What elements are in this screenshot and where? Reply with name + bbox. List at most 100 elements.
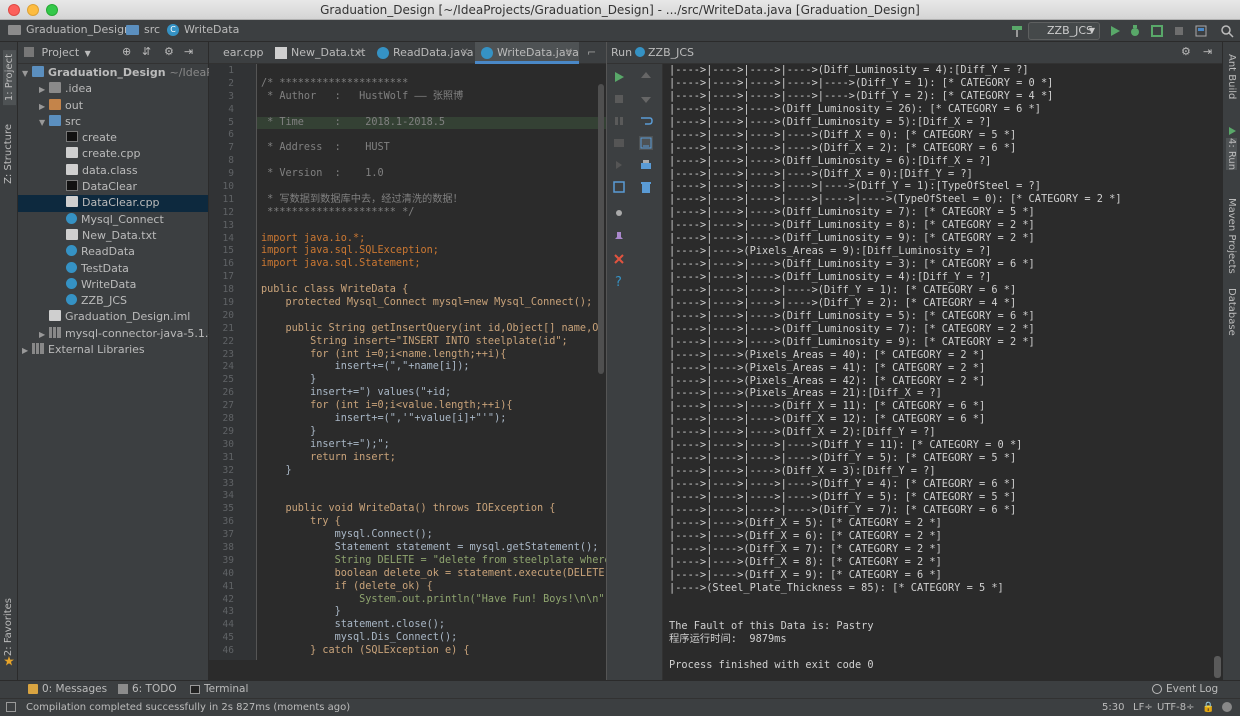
tree-item[interactable]: ▶ .idea [18, 81, 208, 97]
exit-icon[interactable] [612, 158, 626, 172]
tab-new-data-txt[interactable]: New_Data.txt ✕ [269, 42, 371, 64]
structure-tool-button[interactable]: Z: Structure [3, 124, 14, 184]
close-window-button[interactable] [8, 4, 20, 16]
tree-item[interactable]: DataClear.cpp [18, 195, 208, 212]
code-line: import java.sql.SQLException; [261, 245, 439, 257]
hide-icon[interactable]: ⇥ [1203, 45, 1212, 58]
expand-arrow-icon[interactable]: ▼ [39, 115, 49, 131]
scroll-down-icon[interactable] [639, 92, 653, 106]
maven-tool-button[interactable]: Maven Projects [1226, 198, 1237, 274]
gear-icon[interactable]: ⚙ [164, 45, 174, 58]
debug-icon[interactable] [1128, 24, 1142, 38]
breadcrumb-project[interactable]: Graduation_Design [8, 23, 131, 36]
file-encoding[interactable]: UTF-8÷ [1157, 702, 1195, 713]
messages-tool-button[interactable]: 0: Messages [28, 683, 107, 695]
tree-item[interactable]: DataClear [18, 179, 208, 195]
stop-icon[interactable] [612, 92, 626, 106]
favorites-tool-button[interactable]: 2: Favorites [3, 598, 14, 656]
tree-item[interactable]: ReadData [18, 244, 208, 260]
code-line: } [261, 464, 292, 476]
close-icon[interactable] [612, 252, 626, 266]
gear-icon[interactable]: ⚙ [1181, 45, 1191, 58]
expand-arrow-icon[interactable]: ▶ [39, 82, 49, 98]
code-line: * Time : 2018.1-2018.5 [257, 116, 606, 130]
close-tab-icon[interactable]: ✕ [357, 42, 365, 64]
breadcrumb-src[interactable]: src [126, 23, 160, 36]
project-view-select[interactable]: Project [42, 46, 80, 59]
close-tab-icon[interactable]: ✕ [565, 42, 573, 64]
editor-scrollbar[interactable] [598, 84, 604, 374]
line-number: 32 [222, 464, 234, 476]
inspector-icon[interactable] [1222, 702, 1232, 712]
minimize-window-button[interactable] [27, 4, 39, 16]
collapse-icon[interactable]: ⇵ [142, 45, 151, 58]
scroll-up-icon[interactable] [639, 70, 653, 84]
line-separator[interactable]: LF÷ [1133, 702, 1153, 713]
close-tab-icon[interactable]: ✕ [461, 42, 469, 64]
tree-item[interactable]: create.cpp [18, 146, 208, 162]
tree-item[interactable]: ▼ Graduation_Design ~/IdeaProj [18, 65, 227, 82]
tree-item[interactable]: Graduation_Design.iml [18, 309, 208, 325]
tree-item[interactable]: data.class [18, 163, 208, 179]
terminal-icon [190, 684, 200, 694]
tab-readdata-java[interactable]: ReadData.java ✕ [371, 42, 475, 64]
tree-item[interactable]: ▼ src [18, 114, 208, 130]
run-icon[interactable] [1108, 24, 1122, 38]
tree-item[interactable]: WriteData [18, 277, 208, 293]
expand-arrow-icon[interactable]: ▶ [39, 99, 49, 115]
tree-item[interactable]: create [18, 130, 208, 146]
folder-orange-icon [49, 98, 61, 110]
hide-icon[interactable]: ⇥ [184, 45, 193, 58]
project-tool-button[interactable]: 1: Project [3, 50, 16, 106]
run-tool-button[interactable]: 4: Run [1226, 138, 1237, 171]
stop-icon[interactable] [1172, 24, 1186, 38]
tree-item[interactable]: Mysql_Connect [18, 212, 208, 228]
todo-tool-button[interactable]: 6: TODO [118, 683, 177, 695]
console-line: |---->|---->|---->|---->(Diff_Y = 2): [*… [669, 296, 1017, 309]
tab-writedata-java[interactable]: WriteData.java ✕ [475, 42, 579, 64]
clear-trash-icon[interactable] [639, 180, 653, 194]
event-log-tool-button[interactable]: Event Log [1152, 683, 1218, 695]
expand-arrow-icon[interactable]: ▶ [39, 327, 49, 343]
line-number: 33 [222, 477, 234, 489]
tree-item[interactable]: New_Data.txt [18, 228, 208, 244]
project-structure-icon[interactable] [1194, 24, 1208, 38]
restore-layout-icon[interactable] [612, 180, 626, 194]
lock-icon[interactable]: 🔒 [1202, 702, 1214, 713]
tree-item[interactable]: ZZB_JCS [18, 293, 208, 309]
help-icon[interactable]: ? [612, 274, 626, 288]
tab-dataclear-cpp[interactable]: ear.cpp [201, 42, 264, 64]
run-tab[interactable]: ZZB_JCS [635, 46, 694, 59]
tree-item[interactable]: ▶ External Libraries [18, 342, 208, 358]
console-output[interactable]: |---->|---->|---->|---->(Diff_Luminosity… [663, 64, 1223, 680]
status-toggle-icon[interactable] [6, 702, 16, 712]
pin-icon[interactable] [612, 230, 626, 244]
run-config-select[interactable]: ZZB_JCS ▼ [1028, 22, 1100, 40]
dump-threads-icon[interactable] [612, 136, 626, 150]
tree-item[interactable]: ▶ out [18, 98, 208, 114]
terminal-tool-button[interactable]: Terminal [190, 683, 248, 695]
tab-overflow-icon[interactable]: ⌐ [587, 46, 596, 59]
soft-wrap-icon[interactable] [639, 114, 653, 128]
event-log-icon [1152, 684, 1162, 694]
ant-build-tool-button[interactable]: Ant Build [1226, 54, 1237, 99]
zoom-window-button[interactable] [46, 4, 58, 16]
caret-position[interactable]: 5:30 [1102, 702, 1124, 713]
settings-icon[interactable] [612, 206, 626, 220]
scroll-to-end-icon[interactable] [639, 136, 653, 150]
sync-icon[interactable]: ⊕ [122, 45, 131, 58]
breadcrumb-file[interactable]: C WriteData [167, 23, 239, 36]
build-hammer-icon[interactable] [1010, 24, 1024, 38]
tree-item[interactable]: ▶ mysql-connector-java-5.1.4 [18, 326, 215, 343]
code-editor[interactable]: /* ********************* * Author : Hust… [257, 64, 606, 660]
search-icon[interactable] [1220, 24, 1234, 38]
tree-item[interactable]: TestData [18, 261, 208, 277]
pause-icon[interactable] [612, 114, 626, 128]
coverage-icon[interactable] [1150, 24, 1164, 38]
expand-arrow-icon[interactable]: ▼ [22, 66, 32, 82]
print-icon[interactable] [639, 158, 653, 172]
console-scrollbar[interactable] [1214, 656, 1221, 678]
rerun-icon[interactable] [612, 70, 626, 84]
expand-arrow-icon[interactable]: ▶ [22, 343, 32, 359]
database-tool-button[interactable]: Database [1226, 288, 1237, 336]
